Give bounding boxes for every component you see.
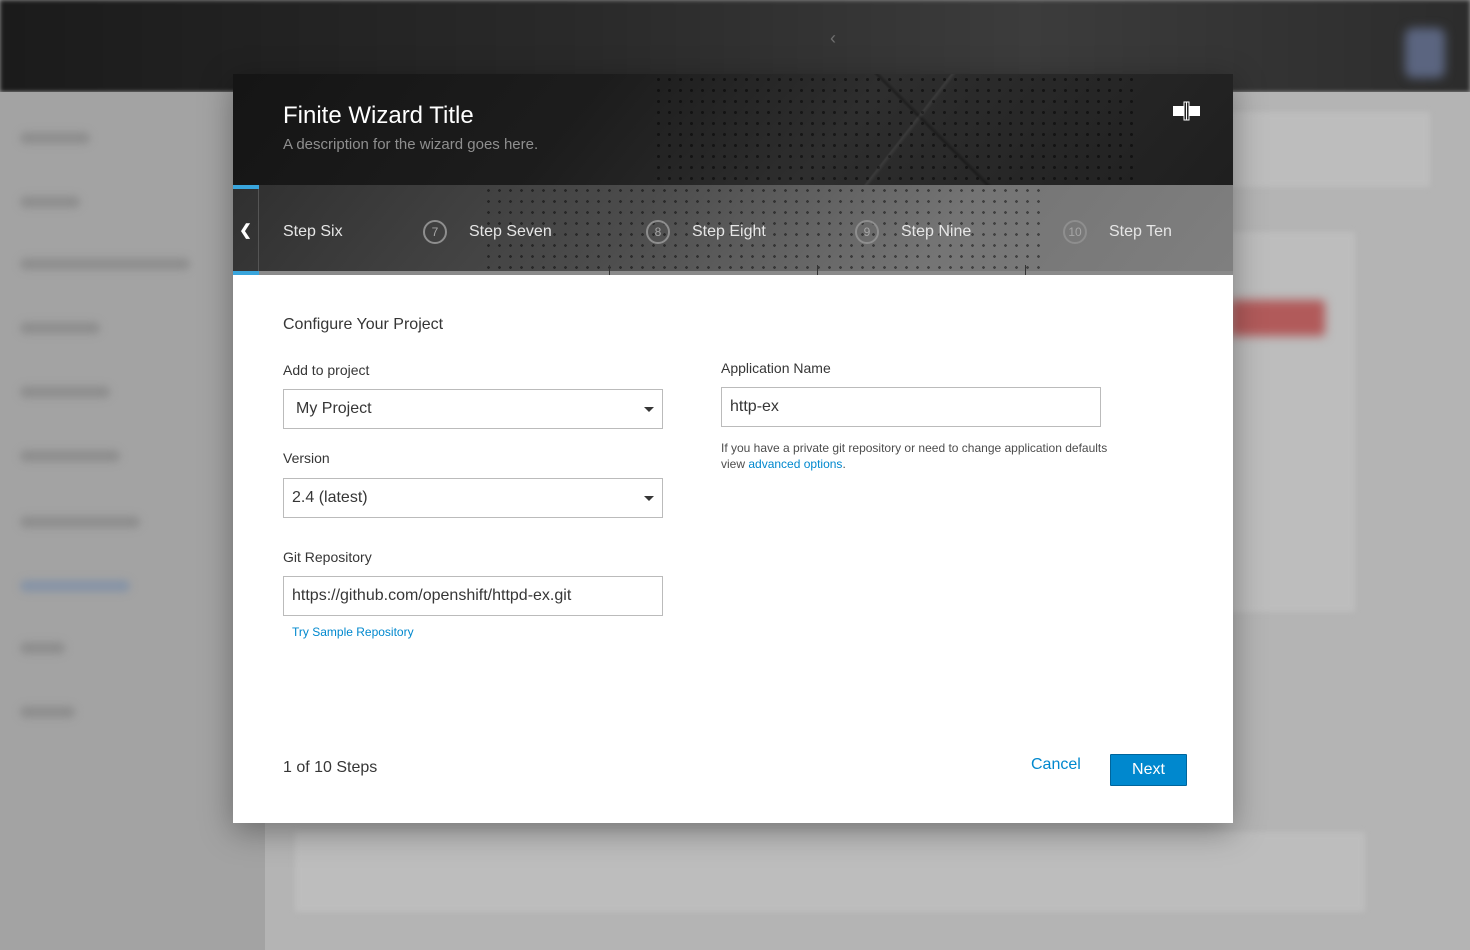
previous-steps-button[interactable]: ❮: [233, 189, 259, 271]
step-number: 10: [1063, 220, 1087, 244]
next-button[interactable]: Next: [1110, 754, 1187, 786]
step-ten[interactable]: 10 Step Ten: [1063, 217, 1172, 247]
advanced-options-link[interactable]: advanced options: [748, 457, 842, 471]
step-eight[interactable]: 8 Step Eight: [646, 217, 766, 247]
caret-down-icon: [644, 496, 654, 501]
step-label: Step Seven: [469, 223, 552, 240]
active-step-indicator-bottom: [233, 271, 259, 275]
project-value: My Project: [296, 400, 372, 417]
steps-progress-text: 1 of 10 Steps: [283, 759, 378, 776]
application-name-input[interactable]: http-ex: [721, 387, 1101, 427]
step-number: 7: [423, 220, 447, 244]
project-label: Add to project: [283, 362, 370, 378]
step-label: Step Ten: [1109, 223, 1172, 240]
help-text: If you have a private git repository or …: [721, 440, 1111, 472]
wizard-steps-bar: ❮ Step Six 7 Step Seven 8 Step Eight 9 S…: [233, 185, 1233, 275]
version-select[interactable]: 2.4 (latest): [283, 478, 663, 518]
background-chevron-left-icon: ‹: [830, 28, 836, 48]
version-label: Version: [283, 450, 330, 466]
sidebar-toggle-icon[interactable]: [1171, 100, 1203, 122]
section-title: Configure Your Project: [283, 316, 444, 333]
project-select[interactable]: My Project: [283, 389, 663, 429]
step-number: 9: [855, 220, 879, 244]
step-six[interactable]: Step Six: [283, 217, 343, 247]
background-red-button: [1230, 300, 1325, 336]
step-label: Step Eight: [692, 223, 766, 240]
background-sidebar: [0, 92, 265, 950]
step-seven[interactable]: 7 Step Seven: [423, 217, 552, 247]
try-sample-repository-link[interactable]: Try Sample Repository: [292, 625, 414, 639]
background-avatar: [1405, 28, 1445, 78]
cancel-button[interactable]: Cancel: [1031, 756, 1081, 774]
step-label: Step Nine: [901, 223, 972, 240]
step-label: Step Six: [283, 223, 343, 240]
wizard-description: A description for the wizard goes here.: [283, 136, 539, 153]
git-repository-label: Git Repository: [283, 549, 372, 565]
caret-down-icon: [644, 407, 654, 412]
wizard-header: Finite Wizard Title A description for th…: [233, 74, 1233, 185]
wizard-modal: Finite Wizard Title A description for th…: [233, 74, 1233, 823]
application-name-label: Application Name: [721, 360, 831, 376]
git-repository-value: https://github.com/openshift/httpd-ex.gi…: [292, 587, 572, 604]
git-repository-input[interactable]: https://github.com/openshift/httpd-ex.gi…: [283, 576, 663, 616]
version-value: 2.4 (latest): [292, 489, 368, 506]
step-nine[interactable]: 9 Step Nine: [855, 217, 971, 247]
step-number: 8: [646, 220, 670, 244]
wizard-title: Finite Wizard Title: [283, 102, 474, 129]
application-name-value: http-ex: [730, 398, 779, 415]
chevron-left-icon: ❮: [239, 222, 252, 239]
help-text-suffix: .: [842, 457, 846, 471]
